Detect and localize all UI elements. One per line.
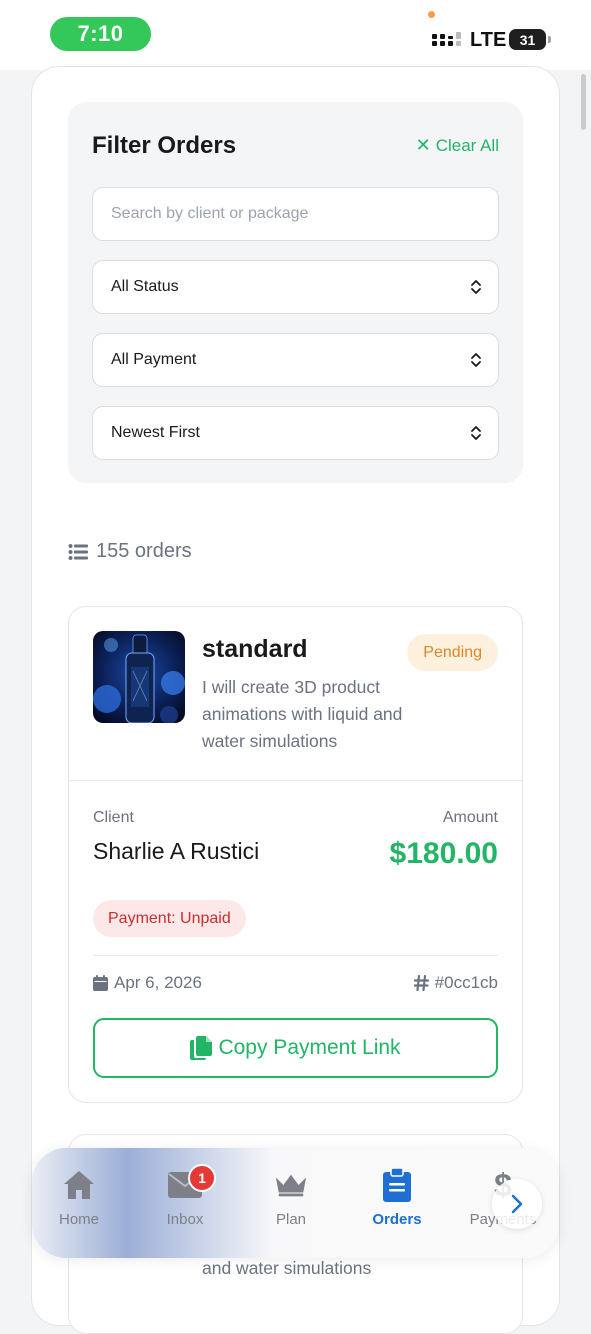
status-select-value: All Status <box>111 278 179 295</box>
status-badge: Pending <box>407 634 498 671</box>
order-date-value: Apr 6, 2026 <box>114 973 202 992</box>
nav-label: Home <box>58 1211 99 1228</box>
nav-scroll-right-button[interactable] <box>492 1179 542 1229</box>
nav-item-orders[interactable]: Orders <box>347 1168 447 1228</box>
order-date: Apr 6, 2026 <box>93 973 202 993</box>
payment-select[interactable]: All Payment <box>92 333 499 387</box>
clipboard-icon <box>380 1168 414 1202</box>
chevron-updown-icon <box>471 280 481 294</box>
client-name: Sharlie A Rustici <box>93 838 260 864</box>
clear-all-label: Clear All <box>435 135 499 155</box>
order-card[interactable]: standard Pending I will create 3D produc… <box>68 606 523 1103</box>
payment-select-value: All Payment <box>111 351 197 368</box>
home-icon <box>62 1168 96 1202</box>
close-icon: ✕ <box>415 135 431 155</box>
search-placeholder: Search by client or package <box>111 205 309 222</box>
client-label: Client <box>93 809 134 826</box>
orders-count-label: 155 orders <box>96 540 192 562</box>
clear-all-button[interactable]: ✕ Clear All <box>416 135 499 156</box>
search-input[interactable]: Search by client or package <box>92 187 499 241</box>
crown-icon <box>274 1168 308 1202</box>
chevron-right-icon <box>511 1194 523 1214</box>
status-bar: 7:10 LTE 31 <box>0 0 591 70</box>
hashtag-icon <box>413 975 429 991</box>
inbox-unread-badge: 1 <box>188 1164 216 1192</box>
filter-panel: Filter Orders ✕ Clear All Search by clie… <box>68 102 523 483</box>
nav-label: Plan <box>275 1211 307 1228</box>
copy-payment-link-button[interactable]: Copy Payment Link <box>93 1018 498 1078</box>
battery-icon: 31 <box>509 29 551 50</box>
cellular-signal-icon <box>432 32 461 46</box>
status-select[interactable]: All Status <box>92 260 499 314</box>
nav-item-inbox[interactable]: Inbox <box>135 1168 235 1228</box>
nav-item-plan[interactable]: Plan <box>241 1168 341 1228</box>
divider <box>69 780 522 781</box>
sort-select-value: Newest First <box>111 424 200 441</box>
package-thumbnail[interactable] <box>93 631 185 723</box>
copy-payment-link-label: Copy Payment Link <box>218 1036 401 1059</box>
orders-count: 155 orders <box>68 540 192 563</box>
chevron-updown-icon <box>471 426 481 440</box>
filter-title: Filter Orders <box>92 132 237 159</box>
nav-label: Inbox <box>166 1211 204 1228</box>
bottom-navigation: Home Inbox 1 Plan Orders $ Payments <box>32 1148 559 1258</box>
order-id: #0cc1cb <box>413 973 498 993</box>
list-icon <box>68 543 88 560</box>
package-name[interactable]: standard <box>202 635 308 664</box>
status-time: 7:10 <box>50 17 151 51</box>
package-description: and water simulations <box>202 1258 372 1278</box>
nav-item-home[interactable]: Home <box>32 1168 129 1228</box>
calendar-icon <box>93 975 108 991</box>
network-type: LTE <box>470 29 507 51</box>
payment-status-badge: Payment: Unpaid <box>93 900 246 937</box>
scrollbar-thumb[interactable] <box>581 74 586 130</box>
package-description: I will create 3D product animations with… <box>202 677 403 751</box>
sort-select[interactable]: Newest First <box>92 406 499 460</box>
privacy-indicator-dot <box>428 11 435 18</box>
order-amount: $180.00 <box>389 837 498 870</box>
order-id-value: #0cc1cb <box>434 973 498 992</box>
nav-label: Orders <box>372 1211 422 1228</box>
battery-level: 31 <box>519 31 536 48</box>
copy-icon <box>190 1036 213 1060</box>
chevron-updown-icon <box>471 353 481 367</box>
divider <box>93 955 498 956</box>
amount-label: Amount <box>442 809 498 826</box>
